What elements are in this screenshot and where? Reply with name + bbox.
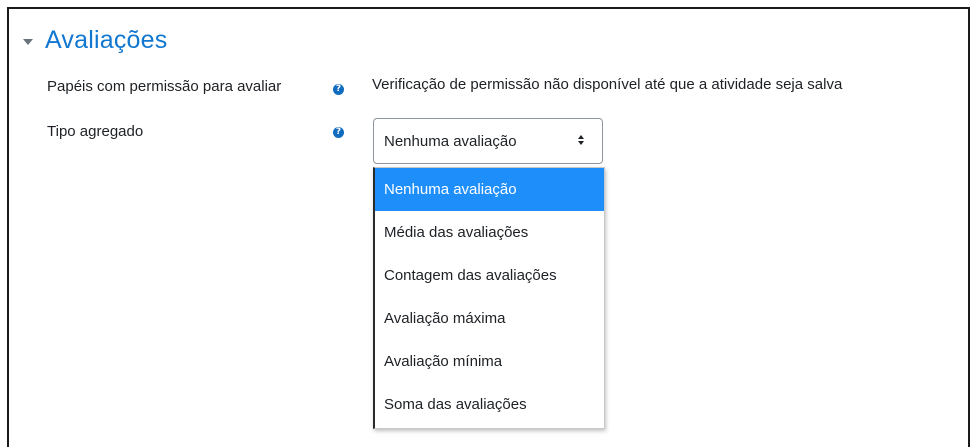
permission-status-text: Verificação de permissão não disponível … [372,76,843,93]
aggregate-type-dropdown: Nenhuma avaliação Média das avaliações C… [373,167,605,429]
question-circle-icon[interactable]: ? [333,84,344,95]
aggregate-type-label: Tipo agregado [47,123,144,140]
dropdown-option-nenhuma-avaliacao[interactable]: Nenhuma avaliação [375,168,604,211]
chevron-down-icon[interactable] [23,38,33,45]
select-sort-icon [574,134,596,148]
permission-roles-label: Papéis com permissão para avaliar [47,78,282,95]
section-title[interactable]: Avaliações [45,26,167,55]
dropdown-option-avaliacao-minima[interactable]: Avaliação mínima [375,340,604,383]
aggregate-type-select-value: Nenhuma avaliação [384,132,517,150]
dropdown-option-soma-das-avaliacoes[interactable]: Soma das avaliações [375,383,604,426]
section-header-avaliacoes[interactable]: Avaliações [23,26,167,55]
aggregate-type-select[interactable]: Nenhuma avaliação [373,118,603,164]
dropdown-option-media-das-avaliacoes[interactable]: Média das avaliações [375,211,604,254]
question-circle-icon[interactable]: ? [333,127,344,138]
dropdown-option-avaliacao-maxima[interactable]: Avaliação máxima [375,297,604,340]
dropdown-option-contagem-das-avaliacoes[interactable]: Contagem das avaliações [375,254,604,297]
